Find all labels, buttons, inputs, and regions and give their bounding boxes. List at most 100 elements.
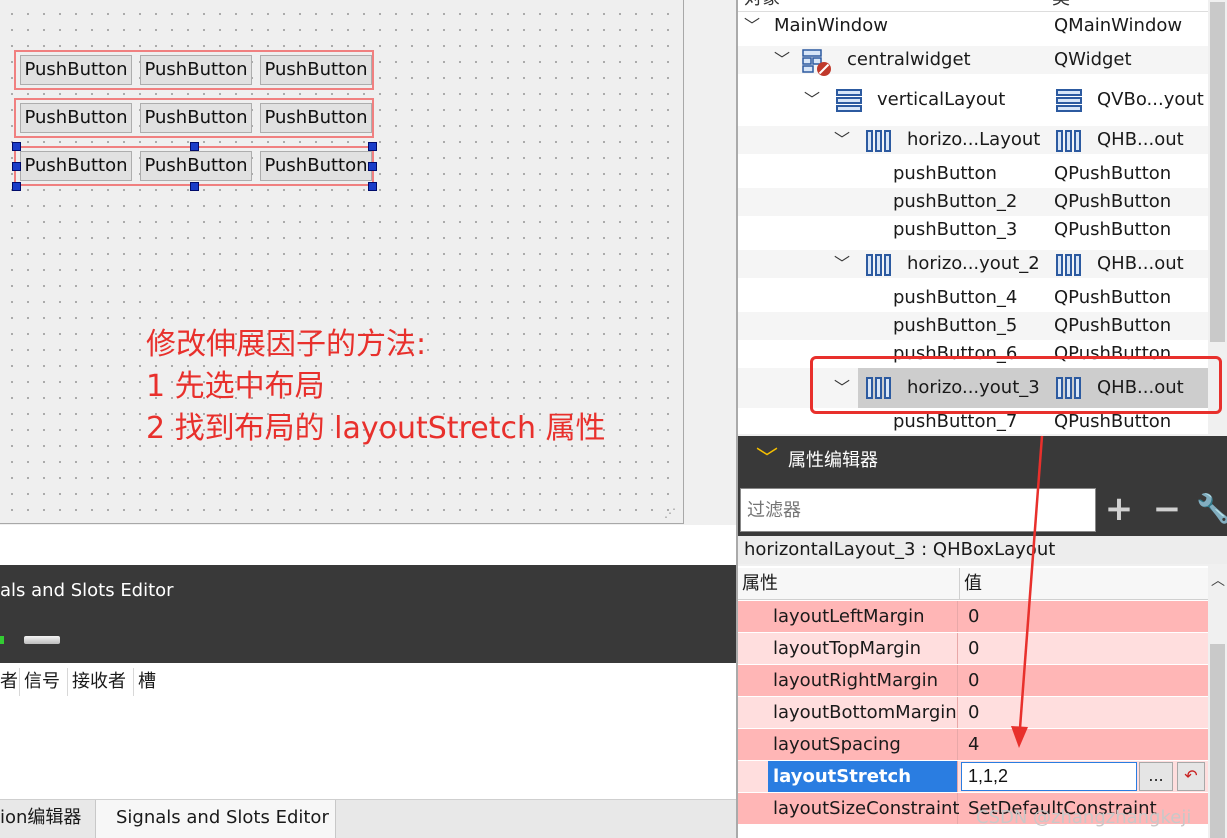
canvas-margin (0, 525, 736, 565)
push-button-7[interactable]: PushButton (20, 151, 132, 181)
property-row-spacing[interactable]: layoutSpacing 4 (738, 729, 1208, 760)
property-row-top-margin[interactable]: layoutTopMargin 0 (738, 633, 1208, 664)
property-value[interactable]: 0 (962, 633, 979, 664)
push-button-4[interactable]: PushButton (20, 103, 132, 133)
horizontal-layout-1[interactable]: PushButton PushButton PushButton (14, 50, 374, 90)
header-object[interactable]: 对象 (744, 0, 780, 10)
property-value[interactable]: 0 (962, 665, 979, 696)
push-button-9[interactable]: PushButton (260, 151, 372, 181)
tree-class: QPushButton (1054, 163, 1172, 184)
selected-object-label: horizontalLayout_3 : QHBoxLayout (738, 536, 1227, 564)
tree-class: QVBo...yout (1097, 89, 1204, 110)
push-button-5[interactable]: PushButton (140, 103, 252, 133)
chevron-down-icon[interactable]: ﹀ (804, 86, 820, 114)
selection-handle[interactable] (12, 162, 21, 171)
selection-handle[interactable] (12, 142, 21, 151)
property-value[interactable]: 4 (962, 729, 979, 760)
hbox-layout-icon (1056, 129, 1082, 153)
tree-name: horizo...Layout (907, 129, 1041, 150)
selection-handle[interactable] (190, 142, 199, 151)
resize-grip-icon[interactable]: ⋰ (664, 506, 680, 520)
push-button-1[interactable]: PushButton (20, 55, 132, 85)
object-inspector-header: 对象 类 (738, 0, 1208, 12)
tree-row-verticallayout[interactable]: ﹀ verticalLayout QVBo...yout (738, 86, 1208, 114)
edit-stretch-button[interactable]: ... (1139, 762, 1173, 791)
chevron-down-icon[interactable]: ﹀ (834, 126, 850, 154)
layout-stretch-input[interactable] (961, 762, 1137, 791)
tree-class: QHB...out (1097, 253, 1184, 274)
tree-row-pushbutton-4[interactable]: pushButton_4 QPushButton (738, 284, 1208, 312)
column-signal[interactable]: 信号 (20, 668, 68, 696)
tab-signals-slots-editor[interactable]: Signals and Slots Editor (96, 800, 336, 838)
annotation-line-1: 修改伸展因子的方法: (146, 327, 427, 362)
selection-handle[interactable] (368, 142, 377, 151)
header-class[interactable]: 类 (1052, 0, 1070, 10)
tree-class: QWidget (1054, 49, 1132, 70)
tree-row-horizontallayout[interactable]: ﹀ horizo...Layout QHB...out (738, 126, 1208, 154)
scrollbar-thumb[interactable] (1210, 644, 1225, 838)
property-filter-input[interactable] (740, 488, 1096, 532)
signals-slots-toolbar (0, 617, 736, 663)
property-row-right-margin[interactable]: layoutRightMargin 0 (738, 665, 1208, 696)
column-receiver[interactable]: 接收者 (68, 668, 134, 696)
tree-row-pushbutton[interactable]: pushButton QPushButton (738, 160, 1208, 188)
tree-row-pushbutton-5[interactable]: pushButton_5 QPushButton (738, 312, 1208, 340)
scroll-up-icon[interactable]: ︿ (1211, 570, 1225, 590)
tree-row-pushbutton-2[interactable]: pushButton_2 QPushButton (738, 188, 1208, 216)
horizontal-layout-2[interactable]: PushButton PushButton PushButton (14, 98, 374, 138)
push-button-3[interactable]: PushButton (260, 55, 372, 85)
tree-name: pushButton_4 (893, 287, 1018, 308)
tree-row-pushbutton-3[interactable]: pushButton_3 QPushButton (738, 216, 1208, 244)
tree-name: pushButton_3 (893, 219, 1018, 240)
horizontal-layout-3[interactable]: PushButton PushButton PushButton (14, 146, 374, 186)
property-name: layoutSpacing (738, 729, 958, 760)
tree-name: pushButton_5 (893, 315, 1018, 336)
selection-handle[interactable] (368, 182, 377, 191)
tree-name: pushButton_2 (893, 191, 1018, 212)
tree-name: pushButton (893, 163, 997, 184)
hbox-layout-icon (866, 253, 892, 277)
form-canvas[interactable]: PushButton PushButton PushButton PushBut… (0, 0, 684, 524)
push-button-6[interactable]: PushButton (260, 103, 372, 133)
selection-handle[interactable] (190, 182, 199, 191)
annotation-line-2: 1 先选中布局 (146, 369, 325, 404)
column-slot[interactable]: 槽 (134, 668, 166, 696)
tree-row-centralwidget[interactable]: ﹀ centralwidget QWidget (738, 46, 1208, 76)
tree-class: QPushButton (1054, 219, 1172, 240)
tab-action-editor[interactable]: ion编辑器 (0, 800, 96, 838)
chevron-down-icon[interactable]: ﹀ (834, 250, 850, 278)
annotation-line-3: 2 找到布局的 layoutStretch 属性 (146, 411, 606, 446)
tree-name: MainWindow (774, 15, 888, 36)
remove-connection-icon[interactable] (24, 636, 60, 644)
header-value[interactable]: 值 (960, 568, 1208, 600)
property-row-bottom-margin[interactable]: layoutBottomMargin 0 (738, 697, 1208, 728)
add-property-icon[interactable]: + (1102, 492, 1136, 528)
selection-handle[interactable] (368, 162, 377, 171)
scrollbar-thumb[interactable] (1210, 2, 1225, 342)
tree-class: QPushButton (1054, 287, 1172, 308)
remove-property-icon[interactable]: − (1150, 492, 1184, 528)
tree-row-mainwindow[interactable]: ﹀ MainWindow QMainWindow (738, 12, 1208, 40)
highlight-box (810, 356, 1222, 414)
property-value[interactable]: 0 (962, 601, 979, 632)
chevron-down-icon[interactable]: ﹀ (756, 448, 778, 472)
selection-handle[interactable] (12, 182, 21, 191)
tree-class: QMainWindow (1054, 15, 1183, 36)
wrench-icon[interactable]: 🔧 (1196, 492, 1227, 528)
property-name: layoutLeftMargin (738, 601, 958, 632)
add-connection-icon[interactable] (0, 636, 4, 644)
property-value[interactable]: 0 (962, 697, 979, 728)
push-button-2[interactable]: PushButton (140, 55, 252, 85)
property-row-left-margin[interactable]: layoutLeftMargin 0 (738, 601, 1208, 632)
push-button-8[interactable]: PushButton (140, 151, 252, 181)
tree-class: QPushButton (1054, 315, 1172, 336)
property-name: layoutBottomMargin (738, 697, 958, 728)
chevron-down-icon[interactable]: ﹀ (744, 12, 760, 40)
column-sender[interactable]: 者 (0, 668, 20, 696)
tree-name: horizo...yout_2 (907, 253, 1040, 274)
header-property[interactable]: 属性 (738, 568, 960, 600)
reset-property-icon[interactable]: ↶ (1177, 762, 1205, 791)
chevron-down-icon[interactable]: ﹀ (774, 46, 790, 74)
property-name: layoutStretch (768, 761, 958, 792)
tree-row-horizontallayout-2[interactable]: ﹀ horizo...yout_2 QHB...out (738, 250, 1208, 278)
